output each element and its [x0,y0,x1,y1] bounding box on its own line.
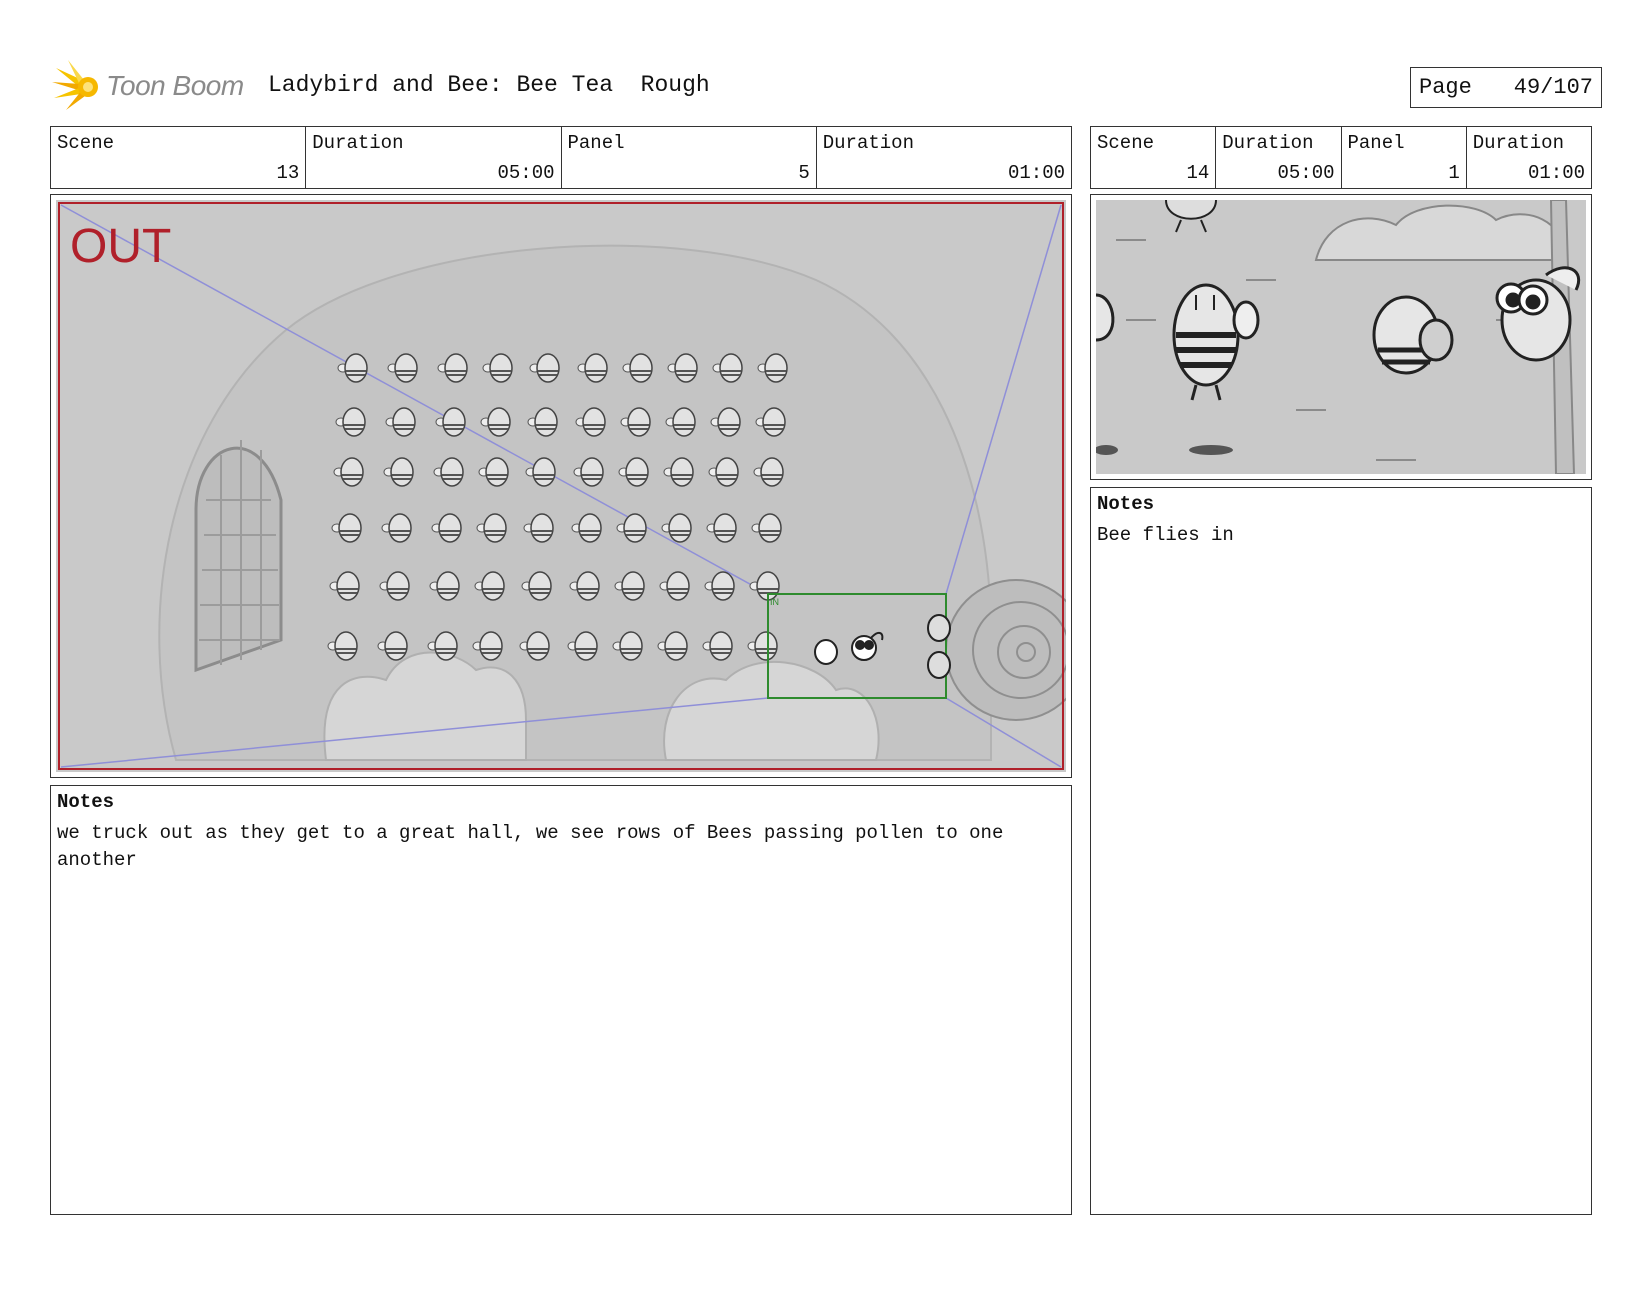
scene-duration-cell: Duration 05:00 [306,127,562,188]
panel-value: 5 [798,162,810,184]
sketch-frame: OUT IN [56,200,1066,772]
sunburst-logo-icon [52,60,98,110]
sketch-frame [1096,200,1586,474]
notes-text: we truck out as they get to a great hall… [57,822,1015,871]
scene-value: 13 [276,162,300,184]
panel-cell: Panel 5 [562,127,817,188]
duration-value: 05:00 [1277,162,1335,184]
bee-flies-in-sketch [1096,200,1586,474]
panel-duration-label: Duration [822,132,914,154]
in-frame-label: IN [770,597,779,607]
left-notes-box: Notes we truck out as they get to a grea… [50,785,1072,1215]
left-panel-info-bar: Scene 13 Duration 05:00 Panel 5 Duration… [50,126,1072,189]
panel-cell: Panel 1 [1342,127,1467,188]
panel-duration-value: 01:00 [1007,162,1065,184]
toon-boom-logo: Toon Boom [52,56,252,116]
scene-label: Scene [1097,132,1155,154]
right-panel-info-bar: Scene 14 Duration 05:00 Panel 1 Duration… [1090,126,1592,189]
great-hall-sketch: OUT IN [56,200,1066,772]
logo-text: Toon Boom [106,70,244,101]
right-notes-box: Notes Bee flies in [1090,487,1592,1215]
scene-cell: Scene 14 [1091,127,1217,188]
panel-value: 1 [1448,162,1460,184]
page-indicator: Page 49/107 [1410,67,1602,108]
duration-label: Duration [312,132,404,154]
notes-label: Notes [57,791,115,813]
panel-label: Panel [567,132,625,154]
duration-value: 05:00 [497,162,555,184]
panel-duration-cell: Duration 01:00 [1467,127,1591,188]
notes-label: Notes [1097,493,1155,515]
page-number: 49/107 [1513,75,1593,100]
page-label: Page [1419,75,1472,100]
scene-cell: Scene 13 [51,127,307,188]
scene-value: 14 [1186,162,1210,184]
duration-label: Duration [1222,132,1314,154]
scene-label: Scene [57,132,115,154]
panel-duration-cell: Duration 01:00 [817,127,1071,188]
scene-duration-cell: Duration 05:00 [1216,127,1342,188]
left-panel-image-box: OUT IN [50,194,1072,778]
out-frame-label: OUT [70,220,171,273]
panel-duration-value: 01:00 [1527,162,1585,184]
storyboard-title: Ladybird and Bee: Bee Tea Rough [268,72,710,98]
right-panel-image-box [1090,194,1592,480]
arched-window [194,446,283,673]
notes-text: Bee flies in [1097,524,1234,546]
panel-label: Panel [1347,132,1405,154]
panel-duration-label: Duration [1472,132,1564,154]
